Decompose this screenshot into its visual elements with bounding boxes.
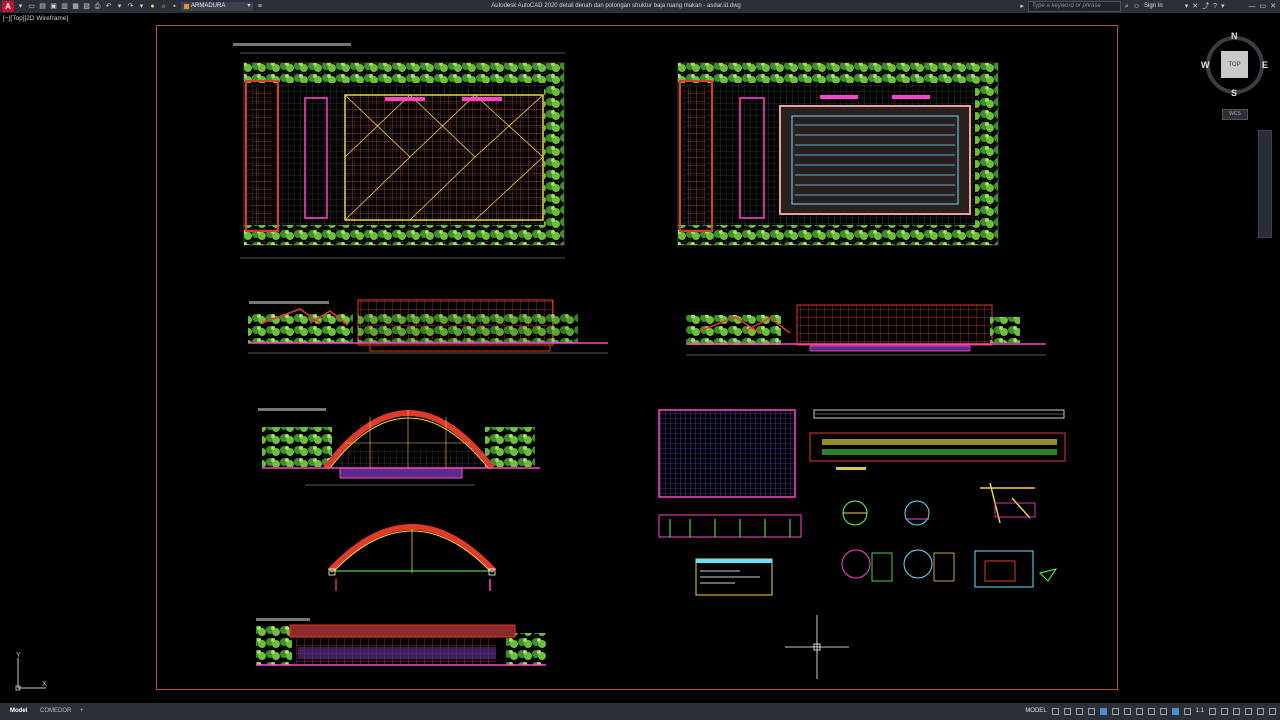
tab-comedor[interactable]: COMEDOR [36, 705, 75, 717]
roof-framing-plan [658, 409, 802, 538]
minimize-icon[interactable]: — [1249, 0, 1256, 13]
clean-screen-icon[interactable] [1257, 708, 1264, 715]
drawing-canvas[interactable] [0, 13, 1280, 703]
arch-section-main [258, 408, 540, 486]
search-input[interactable]: Type a keyword or phrase [1027, 1, 1121, 12]
help-dropdown-icon[interactable]: ▾ [1221, 0, 1225, 13]
floor-plan-left [233, 43, 565, 259]
search-icon[interactable]: ⌕ [1125, 0, 1129, 13]
osnap-tracking-icon[interactable] [1111, 708, 1119, 715]
title-block [695, 558, 773, 596]
annotation-visibility-icon[interactable] [1171, 708, 1179, 715]
exchange-icon[interactable]: ✕ [1192, 0, 1198, 13]
gear-icon[interactable] [1209, 708, 1216, 715]
isolate-objects-icon[interactable] [1233, 708, 1240, 715]
viewcube-top-face[interactable]: TOP [1221, 51, 1248, 78]
customize-menu-icon[interactable] [1269, 708, 1276, 715]
sign-in-link[interactable]: Sign In [1144, 0, 1163, 13]
compass-west[interactable]: W [1201, 60, 1210, 70]
ucs-y-label: Y [16, 652, 21, 659]
connection-details [841, 482, 1058, 588]
maximize-icon[interactable]: ▭ [1260, 0, 1267, 13]
chevron-down-icon[interactable]: ▾ [1185, 0, 1189, 13]
truss-detail [809, 409, 1066, 470]
navigation-bar[interactable] [1258, 130, 1272, 238]
long-section [256, 618, 546, 666]
wcs-menu[interactable]: WCS [1222, 109, 1248, 120]
ucs-icon: Y X [10, 652, 55, 694]
arch-section-frame [327, 524, 497, 591]
selection-cycling-icon[interactable] [1159, 708, 1167, 715]
user-icon[interactable]: ☺ [1133, 0, 1140, 13]
lineweight-icon[interactable] [1135, 708, 1143, 715]
plus-icon[interactable] [1221, 708, 1228, 715]
viewcube[interactable]: TOP N S E W [1201, 31, 1269, 99]
tab-model[interactable]: Model [6, 705, 31, 717]
info-arrow-icon[interactable]: ▸ [1020, 0, 1024, 13]
floor-plan-right [677, 62, 999, 246]
elevation-left [248, 299, 608, 354]
drawing-content [233, 43, 1066, 666]
title-bar: A ▾ ▭ ▤ ▣ ▥ ▦ ▧ ⎙ ↶ ▾ ↷ ▾ ● ☼ ▪ ARMADURA… [0, 0, 1280, 13]
annotation-scale[interactable]: 1:1 [1196, 703, 1204, 720]
elevation-right [686, 304, 1046, 356]
compass-north[interactable]: N [1231, 31, 1238, 41]
ucs-x-label: X [42, 681, 47, 688]
help-icon[interactable]: ? [1213, 0, 1217, 13]
share-icon[interactable]: ⤴ [1202, 0, 1209, 13]
polar-icon[interactable] [1087, 708, 1095, 715]
grid-icon[interactable] [1051, 708, 1059, 715]
status-bar: Model COMEDOR + MODEL 1:1 [0, 703, 1280, 720]
ortho-icon[interactable] [1075, 708, 1083, 715]
compass-south[interactable]: S [1231, 88, 1237, 98]
transparency-icon[interactable] [1147, 708, 1155, 715]
hardware-acceleration-icon[interactable] [1245, 708, 1252, 715]
model-space-toggle[interactable]: MODEL [1025, 703, 1046, 720]
title-right-area: ▸ Type a keyword or phrase ⌕ ☺ Sign In ▾… [1020, 0, 1280, 13]
close-icon[interactable]: ✕ [1270, 0, 1276, 13]
isodraft-icon[interactable] [1099, 708, 1107, 715]
compass-east[interactable]: E [1262, 60, 1268, 70]
snap-icon[interactable] [1063, 708, 1071, 715]
auto-scale-icon[interactable] [1183, 708, 1191, 715]
crosshair-cursor [785, 615, 849, 679]
status-tray: MODEL 1:1 [1025, 703, 1276, 720]
add-layout-button[interactable]: + [76, 705, 88, 717]
osnap-icon[interactable] [1123, 708, 1131, 715]
